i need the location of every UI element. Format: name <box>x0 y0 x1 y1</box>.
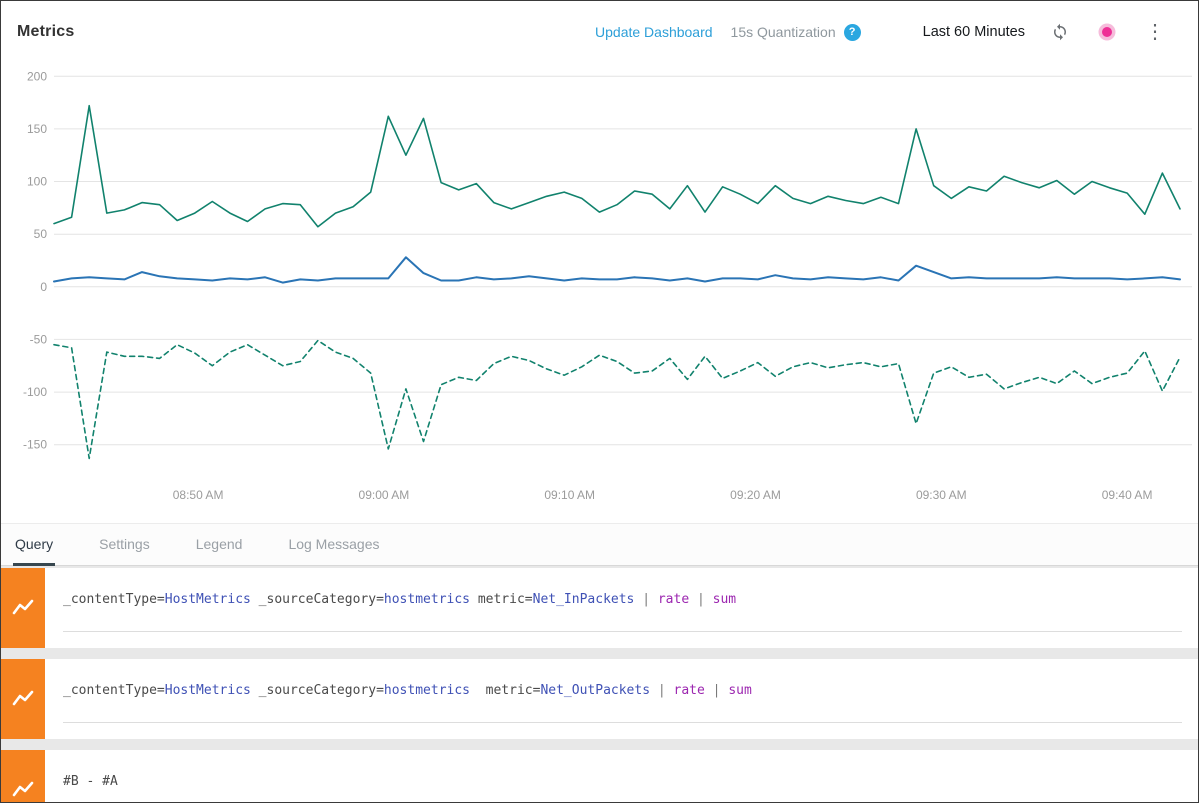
svg-text:-100: -100 <box>23 385 47 399</box>
metrics-chart[interactable]: -150 -100 -50 0 50 100 150 200 08:50 AM 09:00 AM 0… <box>9 63 1192 509</box>
tab-bar: Query Settings Legend Log Messages <box>1 523 1198 566</box>
metrics-query-badge <box>1 750 45 802</box>
svg-text:0: 0 <box>40 280 47 294</box>
query-underline <box>63 722 1182 723</box>
svg-text:09:00 AM: 09:00 AM <box>359 488 410 502</box>
chart-panel: -150 -100 -50 0 50 100 150 200 08:50 AM 09:00 AM 0… <box>1 63 1198 523</box>
page-title: Metrics <box>17 23 74 41</box>
metrics-line-icon <box>11 687 35 711</box>
quantization-label: 15s Quantization <box>731 24 836 40</box>
svg-text:-150: -150 <box>23 438 47 452</box>
time-range-selector[interactable]: Last 60 Minutes <box>923 24 1025 40</box>
tab-log-messages[interactable]: Log Messages <box>286 524 381 566</box>
svg-text:-50: -50 <box>30 332 48 346</box>
svg-text:09:20 AM: 09:20 AM <box>730 488 781 502</box>
query-row-a: _contentType=HostMetrics _sourceCategory… <box>1 568 1198 648</box>
svg-text:09:40 AM: 09:40 AM <box>1102 488 1153 502</box>
metrics-line-icon <box>11 596 35 620</box>
svg-text:09:30 AM: 09:30 AM <box>916 488 967 502</box>
query-list: _contentType=HostMetrics _sourceCategory… <box>1 566 1198 802</box>
svg-text:150: 150 <box>27 122 47 136</box>
query-content: _contentType=HostMetrics _sourceCategory… <box>45 659 1198 739</box>
svg-text:100: 100 <box>27 175 47 189</box>
tab-legend[interactable]: Legend <box>194 524 245 566</box>
svg-text:50: 50 <box>34 227 48 241</box>
metrics-line-icon <box>11 778 35 802</box>
kebab-menu-icon[interactable]: ⋮ <box>1145 22 1165 42</box>
svg-text:200: 200 <box>27 69 47 83</box>
query-row-c: #B - #A <box>1 750 1198 802</box>
query-input-b[interactable]: _contentType=HostMetrics _sourceCategory… <box>63 683 1182 698</box>
query-row-b: _contentType=HostMetrics _sourceCategory… <box>1 659 1198 739</box>
header: Metrics Update Dashboard 15s Quantizatio… <box>1 1 1198 63</box>
tab-query[interactable]: Query <box>13 524 55 566</box>
svg-text:09:10 AM: 09:10 AM <box>544 488 595 502</box>
metrics-query-badge <box>1 568 45 648</box>
query-input-c[interactable]: #B - #A <box>63 774 1182 789</box>
metrics-query-badge <box>1 659 45 739</box>
query-input-a[interactable]: _contentType=HostMetrics _sourceCategory… <box>63 592 1182 607</box>
query-content: #B - #A <box>45 750 1198 802</box>
help-icon[interactable]: ? <box>844 24 861 41</box>
update-dashboard-link[interactable]: Update Dashboard <box>595 24 713 40</box>
metrics-panel: Metrics Update Dashboard 15s Quantizatio… <box>0 0 1199 803</box>
live-indicator-icon[interactable] <box>1098 23 1116 41</box>
header-actions: Update Dashboard 15s Quantization ? Last… <box>595 22 1165 42</box>
svg-text:08:50 AM: 08:50 AM <box>173 488 224 502</box>
query-underline <box>63 631 1182 632</box>
refresh-icon[interactable] <box>1051 23 1069 41</box>
live-dot <box>1102 27 1112 37</box>
tab-settings[interactable]: Settings <box>97 524 152 566</box>
query-content: _contentType=HostMetrics _sourceCategory… <box>45 568 1198 648</box>
